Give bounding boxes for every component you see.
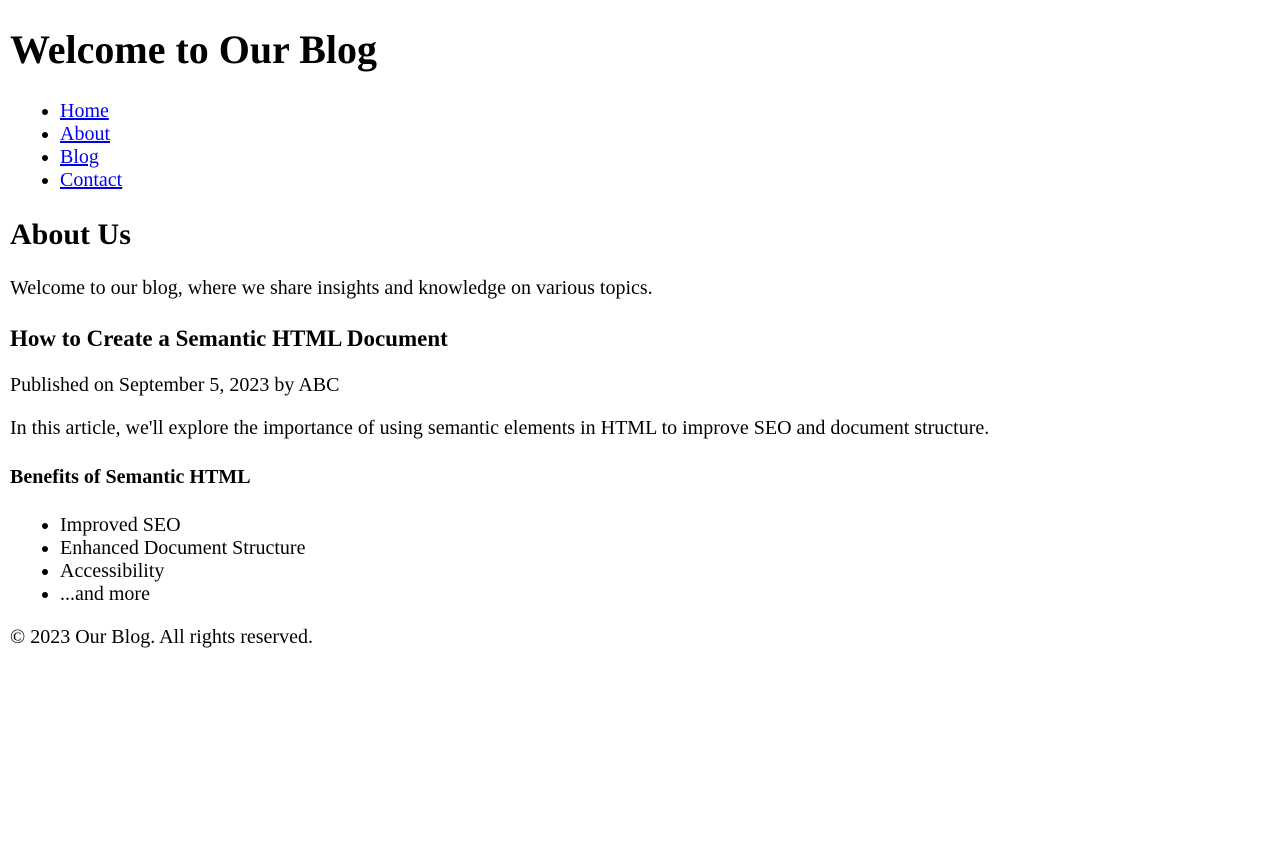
nav-list: Home About Blog Contact — [10, 100, 1255, 192]
about-section: About Us Welcome to our blog, where we s… — [10, 218, 1255, 300]
footer-text: © 2023 Our Blog. All rights reserved. — [10, 626, 313, 648]
nav-item-about: About — [60, 123, 1255, 146]
nav-link-about[interactable]: About — [60, 123, 110, 145]
page-title: Welcome to Our Blog — [10, 27, 377, 72]
page: Welcome to Our Blog Home About Blog Cont… — [0, 27, 1265, 649]
nav-item-home: Home — [60, 100, 1255, 123]
about-heading: About Us — [10, 218, 131, 251]
site-header: Welcome to Our Blog — [10, 27, 1255, 73]
article-title: How to Create a Semantic HTML Document — [10, 326, 448, 351]
blog-article: How to Create a Semantic HTML Document P… — [10, 325, 1255, 606]
benefits-list: Improved SEO Enhanced Document Structure… — [10, 514, 1255, 606]
benefits-item: Enhanced Document Structure — [60, 537, 1255, 560]
benefits-item: ...and more — [60, 583, 1255, 606]
article-meta: Published on September 5, 2023 by ABC — [10, 374, 340, 396]
article-intro: In this article, we'll explore the impor… — [10, 417, 990, 439]
nav-link-home[interactable]: Home — [60, 100, 109, 122]
benefits-item: Accessibility — [60, 560, 1255, 583]
nav-item-blog: Blog — [60, 146, 1255, 169]
benefits-heading: Benefits of Semantic HTML — [10, 466, 251, 488]
about-text: Welcome to our blog, where we share insi… — [10, 277, 653, 299]
nav-item-contact: Contact — [60, 169, 1255, 192]
main-nav: Home About Blog Contact — [10, 100, 1255, 192]
nav-link-blog[interactable]: Blog — [60, 146, 99, 168]
nav-link-contact[interactable]: Contact — [60, 169, 122, 191]
benefits-item: Improved SEO — [60, 514, 1255, 537]
site-footer: © 2023 Our Blog. All rights reserved. — [10, 626, 1255, 649]
